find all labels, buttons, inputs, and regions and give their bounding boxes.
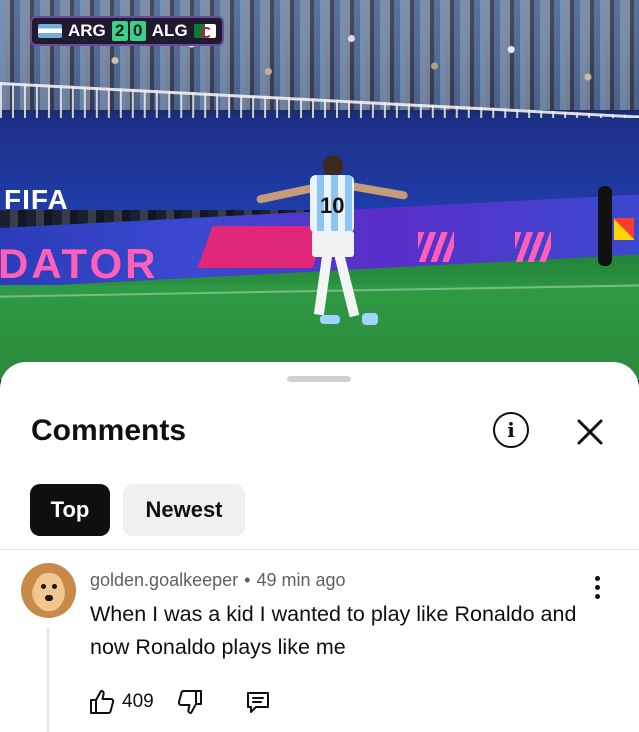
meta-separator: • (244, 570, 251, 590)
celebrating-player: 10 (250, 155, 410, 345)
comments-sheet: Comments i Top Newest golden.goalkeeper •… (0, 362, 639, 732)
comment-meta: golden.goalkeeper • 49 min ago (90, 570, 346, 591)
player-leg (313, 254, 333, 316)
player-shorts (312, 231, 354, 257)
reply-button[interactable] (244, 688, 272, 716)
dislike-button[interactable] (176, 688, 204, 716)
score-digits: 2 0 (111, 21, 146, 41)
adidas-logo-icon (515, 232, 551, 262)
comment-time: 49 min ago (256, 570, 346, 590)
video-player[interactable]: FIFA DATOR 10 ARG 2 0 ALG (0, 0, 639, 380)
player-head (323, 155, 343, 177)
dog-eye (41, 584, 46, 589)
away-team: ALG (151, 21, 188, 40)
player-boot (362, 313, 378, 325)
comment-text: When I was a kid I wanted to play like R… (90, 602, 577, 659)
like-count: 409 (122, 691, 154, 712)
thread-line (47, 628, 49, 732)
algeria-flag-icon (193, 24, 216, 38)
dog-eye (52, 584, 57, 589)
ad-board-text: DATOR (0, 240, 159, 287)
referee-flag-icon (614, 218, 634, 240)
adidas-logo-icon (418, 232, 454, 262)
assistant-referee (598, 186, 612, 266)
player-boot (320, 315, 340, 324)
home-team: ARG (68, 21, 106, 40)
info-icon: i (507, 418, 515, 442)
player-leg (334, 254, 360, 318)
dog-face (34, 573, 64, 611)
away-score: 0 (129, 21, 146, 41)
avatar[interactable] (21, 563, 76, 618)
sort-chip-newest[interactable]: Newest (123, 484, 245, 536)
dog-nose (45, 595, 53, 601)
jersey-number: 10 (320, 193, 345, 218)
scoreboard: ARG 2 0 ALG (30, 16, 224, 46)
sheet-title: Comments (31, 414, 187, 447)
info-button[interactable]: i (493, 412, 529, 448)
player-arm (349, 182, 409, 200)
player-arm (255, 184, 315, 204)
comment-author[interactable]: golden.goalkeeper (90, 570, 238, 590)
home-score: 2 (111, 21, 128, 41)
close-button[interactable] (574, 416, 606, 448)
close-icon (577, 419, 603, 445)
dot (594, 576, 600, 581)
drag-handle[interactable] (287, 376, 351, 382)
comment-actions: 409 (88, 685, 272, 719)
divider (0, 549, 639, 550)
argentina-flag-icon (38, 24, 62, 38)
dot (594, 585, 600, 590)
sort-chip-top[interactable]: Top (30, 484, 110, 536)
like-button[interactable] (88, 688, 116, 716)
